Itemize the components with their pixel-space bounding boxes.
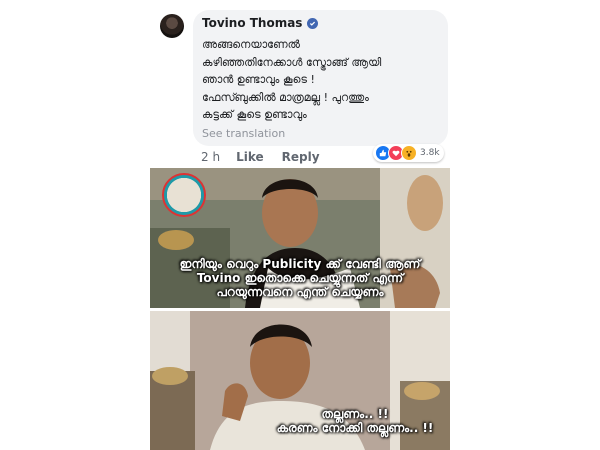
comment-line: കഴിഞ്ഞതിനേക്കാൾ സ്ട്രോങ്ങ് ആയി [202,55,382,69]
comment-line: ഫേസ്ബുക്കിൽ മാത്രമല്ല ! പുറത്തും [202,90,369,104]
reactions-summary[interactable]: 3.8k [373,144,444,162]
avatar[interactable] [160,14,184,38]
comment-bubble: Tovino Thomas അങ്ങനെയാണേൽ കഴിഞ്ഞതിനേക്കാ… [193,10,448,146]
meme-caption-line: കരണം നോക്കി തല്ലണം.. !! [276,421,434,435]
comment-author[interactable]: Tovino Thomas [202,16,319,30]
like-button[interactable]: Like [236,150,264,164]
reactions-count: 3.8k [420,148,440,158]
comment-line: അങ്ങനെയാണേൽ [202,38,300,51]
comment-timestamp[interactable]: 2 h [201,150,220,164]
comment-line: ഞാൻ ഉണ്ടാവും കൂടെ ! [202,73,315,86]
wow-reaction-icon [401,145,417,161]
comment-row: Tovino Thomas അങ്ങനെയാണേൽ കഴിഞ്ഞതിനേക്കാ… [160,10,450,170]
meme-caption-line: Tovino ഇതൊക്കെ ചെയ്യുന്നത് എന്ന് [196,271,404,285]
meme-caption-top: ഇനിയും വെറും Publicity ക്ക് വേണ്ടി ആണ് T… [150,257,450,299]
comment-actions: 2 h Like Reply [201,150,320,164]
reply-button[interactable]: Reply [282,150,320,164]
meme-image-top: ഇനിയും വെറും Publicity ക്ക് വേണ്ടി ആണ് T… [150,168,450,308]
verified-badge-icon [307,17,319,29]
see-translation-link[interactable]: See translation [202,127,285,140]
meme-caption-line: ഇനിയും വെറും Publicity ക്ക് വേണ്ടി ആണ് [179,257,421,271]
meme-caption-bottom: തല്ലണം.. !! കരണം നോക്കി തല്ലണം.. !! [262,407,448,435]
meme-image-bottom: തല്ലണം.. !! കരണം നോക്കി തല്ലണം.. !! [150,311,450,450]
author-name[interactable]: Tovino Thomas [202,16,302,30]
comment-line: കട്ടക്ക് കൂടെ ഉണ്ടാവും [202,108,307,121]
comment-text: അങ്ങനെയാണേൽ കഴിഞ്ഞതിനേക്കാൾ സ്ട്രോങ്ങ് ആ… [202,36,442,124]
meme-caption-line: തല്ലണം.. !! [321,407,389,421]
troll-page-logo [162,173,206,217]
meme-caption-line: പറയുന്നവനെ എന്ത് ചെയ്യണം [216,285,384,299]
